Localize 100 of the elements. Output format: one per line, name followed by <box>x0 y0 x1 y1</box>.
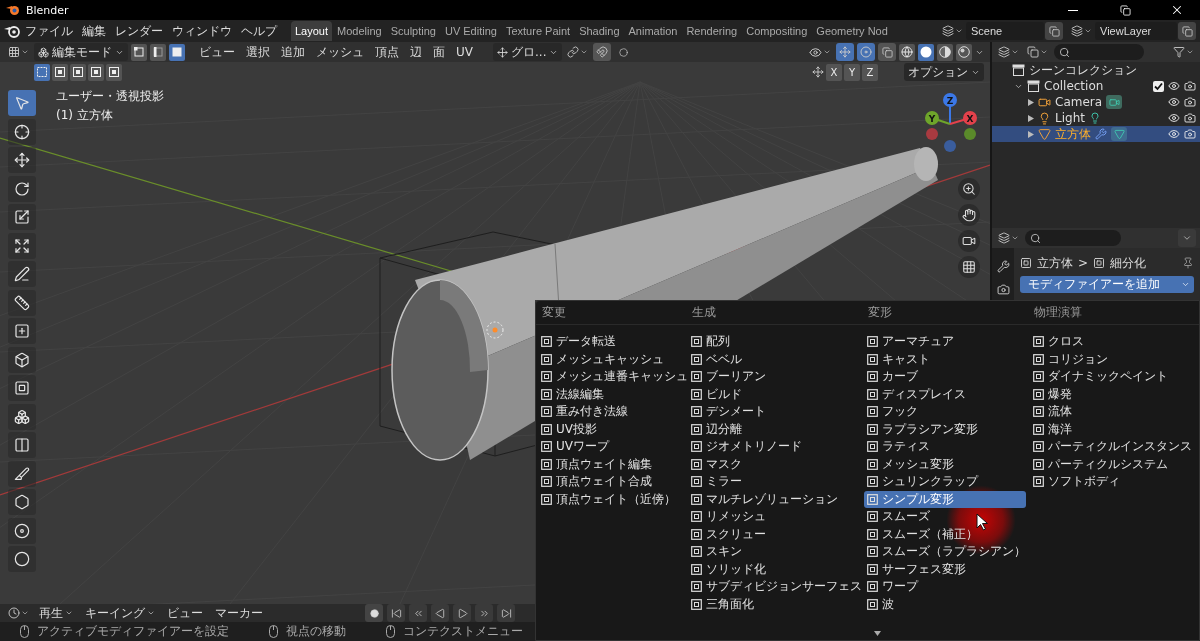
menu-item[interactable]: ソリッド化 <box>688 560 860 578</box>
menu-item[interactable]: 頂点 <box>371 42 403 62</box>
menu-item[interactable]: 頂点ウェイト編集 <box>538 455 684 473</box>
menu-item[interactable]: 波 <box>864 595 1026 613</box>
menu-item[interactable]: キーイング <box>81 603 159 623</box>
menu-item[interactable]: 選択 <box>242 42 274 62</box>
menu-item[interactable]: パーティクルシステム <box>1030 455 1195 473</box>
menu-item[interactable]: ヘルプ <box>237 21 281 41</box>
menu-item[interactable]: ラティス <box>864 438 1026 456</box>
menu-item[interactable]: 辺分離 <box>688 420 860 438</box>
menu-item[interactable]: ファイル <box>21 21 77 41</box>
menu-item[interactable]: 爆発 <box>1030 385 1195 403</box>
menu-item[interactable]: UV <box>452 42 477 62</box>
workspace-tab[interactable]: Geometry Nod <box>812 21 892 41</box>
menu-item[interactable]: ワープ <box>864 578 1026 596</box>
menu-item[interactable]: メッシュキャッシュ <box>538 350 684 368</box>
menu-item[interactable]: レンダー <box>111 21 167 41</box>
workspace-tab[interactable]: Shading <box>575 21 624 41</box>
object-name: 立方体 <box>1037 254 1073 272</box>
menu-item[interactable]: UVワープ <box>538 438 684 456</box>
menu-item[interactable]: 配列 <box>688 333 860 351</box>
workspace-tab[interactable]: Sculpting <box>386 21 440 41</box>
menu-item[interactable]: クロス <box>1030 333 1195 351</box>
menu-item[interactable]: マスク <box>688 455 860 473</box>
menu-heading: 生成 <box>692 304 716 321</box>
scene-field[interactable]: Scene <box>966 22 1044 40</box>
menu-item[interactable]: ベベル <box>688 350 860 368</box>
workspace-tab[interactable]: Texture Paint <box>501 21 575 41</box>
menu-item[interactable]: データ転送 <box>538 333 684 351</box>
menu-item[interactable]: キャスト <box>864 350 1026 368</box>
menu-item[interactable]: デシメート <box>688 403 860 421</box>
menu-item[interactable]: スムーズ（ラプラシアン） <box>864 543 1026 561</box>
workspace-tab[interactable]: UV Editing <box>440 21 501 41</box>
menu-item[interactable]: 重み付き法線 <box>538 403 684 421</box>
menu-item[interactable]: シンプル変形 <box>864 490 1026 508</box>
menu-item[interactable]: スムーズ（補正） <box>864 525 1026 543</box>
menu-item[interactable]: 追加 <box>277 42 309 62</box>
collection-name: シーンコレクション <box>1029 61 1137 79</box>
menu-item[interactable]: サブディビジョンサーフェス <box>688 578 860 596</box>
menu-item[interactable]: ブーリアン <box>688 368 860 386</box>
outliner-row[interactable]: シーンコレクション <box>992 62 1200 78</box>
object-name: (1) 立方体 <box>56 107 113 124</box>
menu-item[interactable]: ディスプレイス <box>864 385 1026 403</box>
menu-item[interactable]: リメッシュ <box>688 508 860 526</box>
menu-item[interactable]: ミラー <box>688 473 860 491</box>
menu-item[interactable]: ジオメトリノード <box>688 438 860 456</box>
window-title: Blender <box>26 3 70 17</box>
menu-item[interactable]: カーブ <box>864 368 1026 386</box>
modifier-name: 細分化 <box>1110 254 1147 272</box>
axis-handle[interactable]: Z <box>943 93 957 125</box>
menu-item[interactable]: パーティクルインスタンス <box>1030 438 1195 456</box>
workspace-tab[interactable]: Rendering <box>682 21 742 41</box>
menu-item[interactable]: ラプラシアン変形 <box>864 420 1026 438</box>
menu-item[interactable]: アーマチュア <box>864 333 1026 351</box>
view-layer-field[interactable]: ViewLayer <box>1095 22 1177 40</box>
menu-item[interactable]: ソフトボディ <box>1030 473 1195 491</box>
menu-item[interactable]: 三角面化 <box>688 595 860 613</box>
menu-item[interactable]: 法線編集 <box>538 385 684 403</box>
menu-item[interactable]: フック <box>864 403 1026 421</box>
outliner-row[interactable]: 立方体 <box>992 126 1200 142</box>
menu-item[interactable]: 頂点ウェイト合成 <box>538 473 684 491</box>
menu-item[interactable]: 頂点ウェイト（近傍） <box>538 490 684 508</box>
add-modifier-button[interactable]: モディファイアーを追加 <box>1020 276 1194 293</box>
object-name: Camera <box>1055 95 1103 109</box>
orientation-dropdown[interactable]: グロ... <box>493 43 563 61</box>
outliner-row[interactable]: Light <box>992 110 1200 126</box>
menu-item[interactable]: メッシュ <box>312 42 368 62</box>
workspace-tab[interactable]: Layout <box>291 21 333 41</box>
workspace-tab[interactable]: Modeling <box>333 21 386 41</box>
menu-item[interactable]: コリジョン <box>1030 350 1195 368</box>
menu-item[interactable]: 面 <box>429 42 449 62</box>
outliner-row[interactable]: Camera <box>992 94 1200 110</box>
object-name: 立方体 <box>1055 125 1091 143</box>
menu-item[interactable]: ダイナミックペイント <box>1030 368 1195 386</box>
menu-item[interactable]: 編集 <box>78 21 110 41</box>
menu-item[interactable]: メッシュ変形 <box>864 455 1026 473</box>
menu-item[interactable]: メッシュ連番キャッシュ <box>538 368 684 386</box>
menu-item[interactable]: サーフェス変形 <box>864 560 1026 578</box>
outliner-row[interactable]: Collection <box>992 78 1200 94</box>
workspace-tab[interactable]: Animation <box>624 21 682 41</box>
menu-item[interactable]: シュリンクラップ <box>864 473 1026 491</box>
options-dropdown[interactable]: オプション <box>904 63 984 81</box>
mode-dropdown[interactable]: 編集モード <box>34 43 128 61</box>
separator-text: > <box>1078 256 1089 270</box>
workspace-tab[interactable]: Compositing <box>742 21 812 41</box>
menu-item[interactable]: マーカー <box>211 603 267 623</box>
menu-item[interactable]: マルチレゾリューション <box>688 490 860 508</box>
menu-item[interactable]: 海洋 <box>1030 420 1195 438</box>
menu-item[interactable]: ビュー <box>195 42 239 62</box>
menu-item[interactable]: ビュー <box>163 603 207 623</box>
menu-item[interactable]: UV投影 <box>538 420 684 438</box>
menu-item[interactable]: 再生 <box>35 603 77 623</box>
menu-item[interactable]: ウィンドウ <box>168 21 236 41</box>
menu-item[interactable]: スクリュー <box>688 525 860 543</box>
menu-item[interactable]: 流体 <box>1030 403 1195 421</box>
menu-item[interactable]: 辺 <box>406 42 426 62</box>
menu-item[interactable]: ビルド <box>688 385 860 403</box>
menu-heading: 物理演算 <box>1034 304 1082 321</box>
menu-item[interactable]: スムーズ <box>864 508 1026 526</box>
menu-item[interactable]: スキン <box>688 543 860 561</box>
